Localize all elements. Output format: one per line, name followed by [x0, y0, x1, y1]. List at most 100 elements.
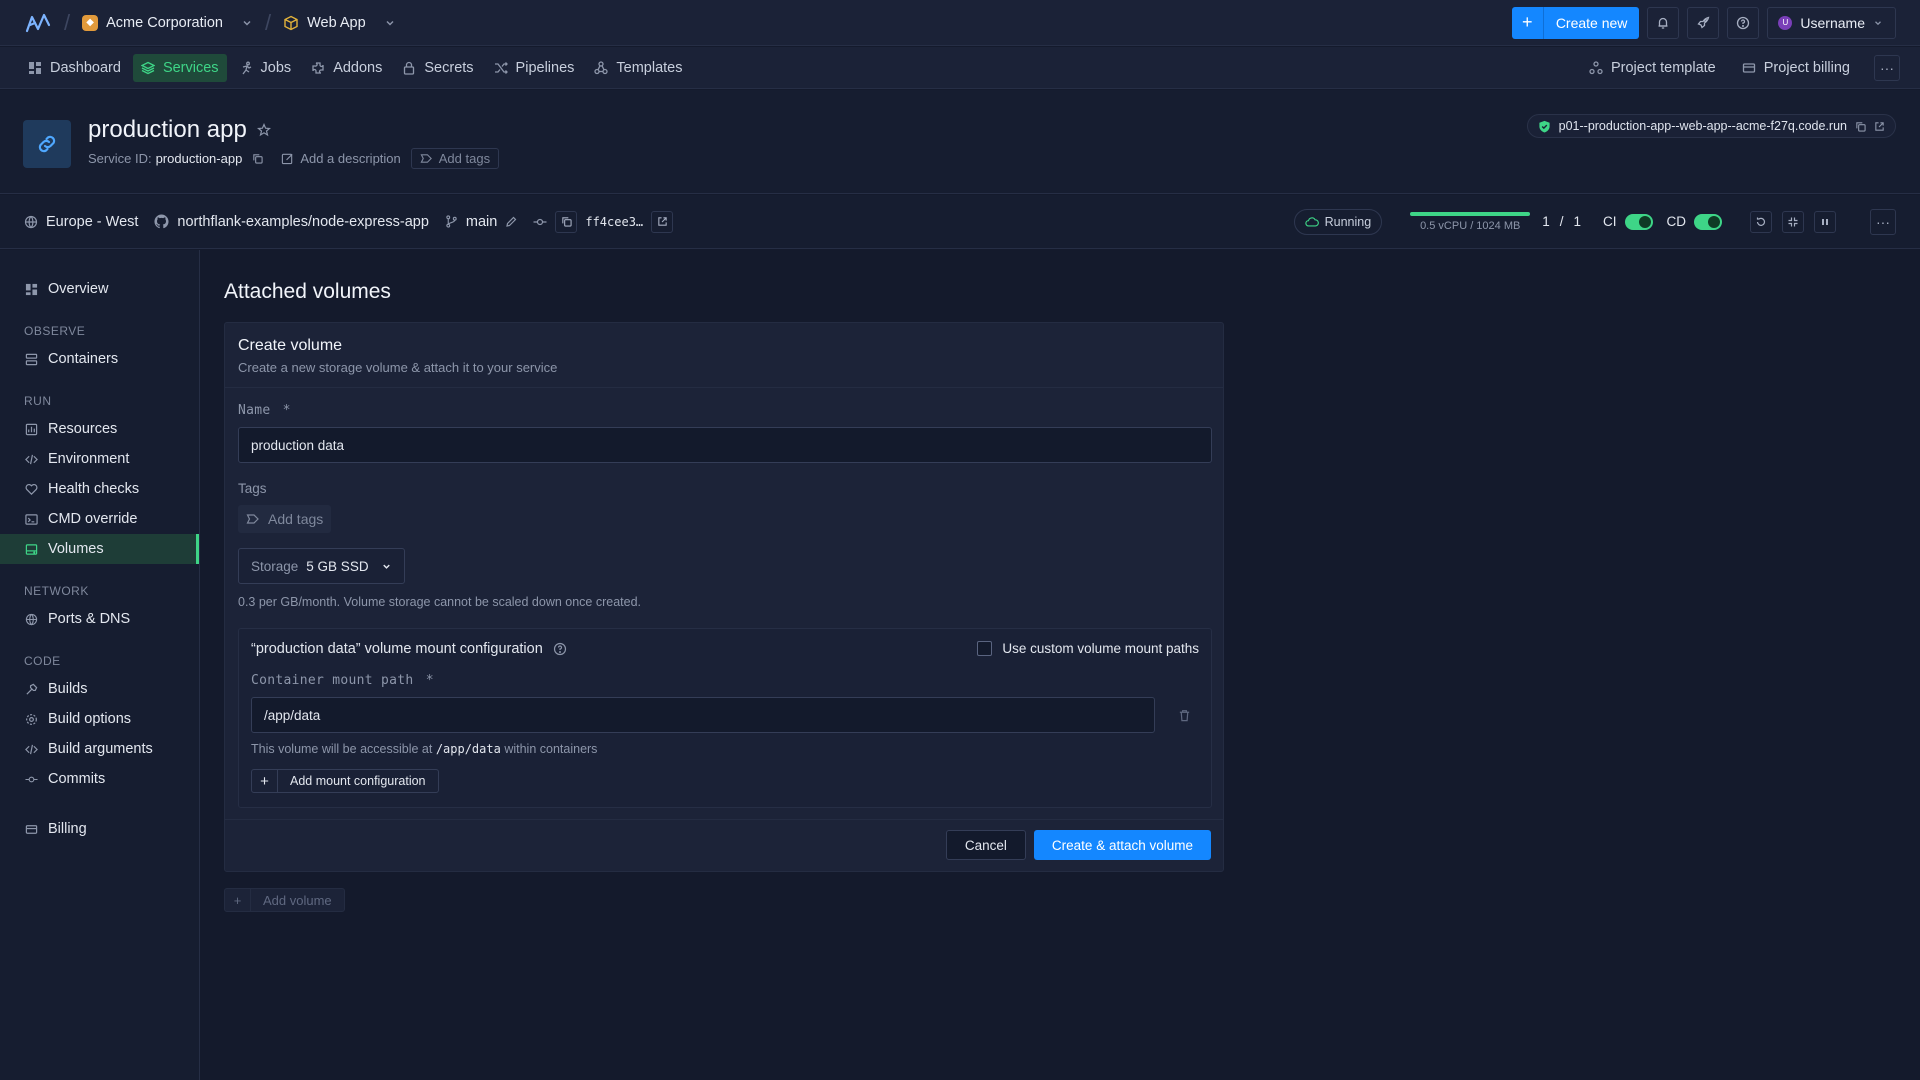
- storage-select[interactable]: Storage 5 GB SSD: [238, 548, 405, 584]
- chevron-down-icon: [1873, 18, 1883, 28]
- tag-icon: [420, 152, 433, 165]
- service-info-bar: Europe - West northflank-examples/node-e…: [0, 195, 1920, 249]
- dashboard-icon: [28, 61, 42, 75]
- notifications-button[interactable]: [1647, 6, 1680, 39]
- branch: main: [445, 214, 517, 230]
- copy-icon[interactable]: [1855, 121, 1866, 132]
- sidebar-item-cmd-override[interactable]: CMD override: [0, 504, 199, 534]
- deploy-button[interactable]: [1687, 6, 1720, 39]
- nav-item-templates[interactable]: Templates: [586, 54, 690, 82]
- add-tags-button[interactable]: Add tags: [410, 148, 500, 169]
- services-icon: [140, 61, 155, 75]
- sidebar-item-overview[interactable]: Overview: [0, 274, 199, 304]
- service-url[interactable]: p01--production-app--web-app--acme-f27q.…: [1559, 119, 1847, 133]
- nav-item-dashboard[interactable]: Dashboard: [20, 54, 129, 82]
- org-switcher[interactable]: ◆ Acme Corporation: [82, 14, 253, 31]
- git-branch-icon: [445, 215, 458, 228]
- github-icon: [154, 214, 169, 229]
- project-switcher[interactable]: Web App: [283, 15, 396, 31]
- sidebar-section-network: NETWORK: [24, 584, 89, 598]
- custom-paths-checkbox[interactable]: [977, 641, 993, 656]
- copy-commit-button[interactable]: [555, 210, 578, 233]
- breadcrumb-separator: /: [264, 9, 272, 35]
- nav-item-secrets[interactable]: Secrets: [394, 54, 481, 82]
- star-icon[interactable]: [256, 123, 271, 137]
- pencil-icon[interactable]: [505, 216, 517, 228]
- cd-toggle[interactable]: [1694, 213, 1722, 230]
- globe-icon: [25, 613, 38, 626]
- sidebar-item-label: Commits: [48, 771, 106, 787]
- more-dots-icon: ···: [1880, 59, 1894, 76]
- copy-icon[interactable]: [252, 153, 263, 164]
- code-icon: [25, 743, 38, 756]
- nav-item-pipelines[interactable]: Pipelines: [486, 54, 583, 82]
- volume-name-input[interactable]: production data: [238, 427, 1212, 463]
- org-name: Acme Corporation: [106, 14, 223, 31]
- sidebar-item-build-arguments[interactable]: Build arguments: [0, 734, 199, 764]
- instance-count: 1 / 1: [1542, 214, 1581, 229]
- custom-paths-label: Use custom volume mount paths: [1002, 641, 1199, 656]
- nav-item-jobs[interactable]: Jobs: [231, 54, 300, 82]
- sidebar-item-volumes[interactable]: Volumes: [0, 534, 199, 564]
- name-field-label: Name *: [238, 403, 291, 418]
- service-more-button[interactable]: ···: [1870, 208, 1896, 235]
- restart-button[interactable]: [1750, 210, 1772, 233]
- add-tags-button[interactable]: Add tags: [238, 505, 332, 533]
- project-template-link[interactable]: Project template: [1581, 54, 1724, 82]
- sidebar-item-ports-dns[interactable]: Ports & DNS: [0, 604, 199, 634]
- project-billing-link[interactable]: Project billing: [1734, 54, 1858, 82]
- sidebar-item-build-options[interactable]: Build options: [0, 704, 199, 734]
- hint-path: /app/data: [435, 742, 501, 756]
- sidebar-section-observe: OBSERVE: [24, 324, 86, 338]
- nav-item-services[interactable]: Services: [132, 53, 227, 82]
- repository-name: northflank-examples/node-express-app: [177, 213, 429, 230]
- sidebar-item-containers[interactable]: Containers: [0, 344, 199, 374]
- mount-path-input[interactable]: /app/data: [251, 697, 1155, 733]
- add-description-button[interactable]: Add a description: [281, 151, 401, 166]
- hint-suffix: within containers: [504, 742, 598, 756]
- sidebar-item-commits[interactable]: Commits: [0, 764, 199, 794]
- resource-usage-fill: [1410, 211, 1531, 216]
- ci-toggle-group: CI: [1603, 213, 1653, 230]
- create-attach-volume-button[interactable]: Create & attach volume: [1033, 830, 1211, 860]
- create-new-button[interactable]: + Create new: [1511, 6, 1640, 39]
- cancel-button[interactable]: Cancel: [945, 830, 1026, 860]
- northflank-logo-icon[interactable]: [24, 11, 52, 35]
- sidebar-section-code: CODE: [24, 654, 61, 668]
- username: Username: [1800, 14, 1865, 31]
- resources-icon: [25, 423, 38, 436]
- user-menu-button[interactable]: U Username: [1767, 6, 1896, 39]
- trash-icon[interactable]: [1178, 709, 1191, 722]
- repository-link[interactable]: northflank-examples/node-express-app: [154, 213, 429, 230]
- sidebar-item-health-checks[interactable]: Health checks: [0, 474, 199, 504]
- nav-more-button[interactable]: ···: [1874, 54, 1900, 81]
- storage-label: Storage: [251, 558, 299, 574]
- sidebar-item-label: Environment: [48, 451, 130, 467]
- custom-paths-option[interactable]: Use custom volume mount paths: [977, 641, 1199, 656]
- nav-item-addons[interactable]: Addons: [303, 54, 390, 82]
- commit-sha: ff4cee3…: [585, 214, 644, 229]
- help-circle-icon[interactable]: [553, 642, 567, 656]
- cloud-icon: [1304, 216, 1319, 228]
- nav-item-label: Secrets: [424, 59, 474, 76]
- ci-toggle[interactable]: [1624, 213, 1653, 230]
- status-text: Running: [1324, 214, 1372, 229]
- cd-toggle-group: CD: [1667, 213, 1722, 230]
- nav-item-label: Addons: [333, 59, 383, 76]
- add-description-label: Add a description: [300, 151, 401, 166]
- pause-button[interactable]: [1814, 210, 1836, 233]
- scale-button[interactable]: [1782, 210, 1804, 233]
- service-id-value: production-app: [155, 151, 243, 166]
- sidebar-item-billing[interactable]: Billing: [0, 814, 199, 844]
- add-mount-configuration-button[interactable]: + Add mount configuration: [251, 769, 439, 793]
- add-volume-button[interactable]: + Add volume: [224, 888, 345, 912]
- sidebar-item-environment[interactable]: Environment: [0, 444, 199, 474]
- sidebar-item-resources[interactable]: Resources: [0, 414, 199, 444]
- help-button[interactable]: [1727, 6, 1760, 39]
- project-template-label: Project template: [1610, 59, 1716, 76]
- sidebar-item-builds[interactable]: Builds: [0, 674, 199, 704]
- external-link-icon[interactable]: [1874, 121, 1885, 132]
- open-commit-button[interactable]: [651, 210, 674, 233]
- nav-item-label: Services: [162, 59, 219, 76]
- volume-name-value: production data: [251, 437, 345, 453]
